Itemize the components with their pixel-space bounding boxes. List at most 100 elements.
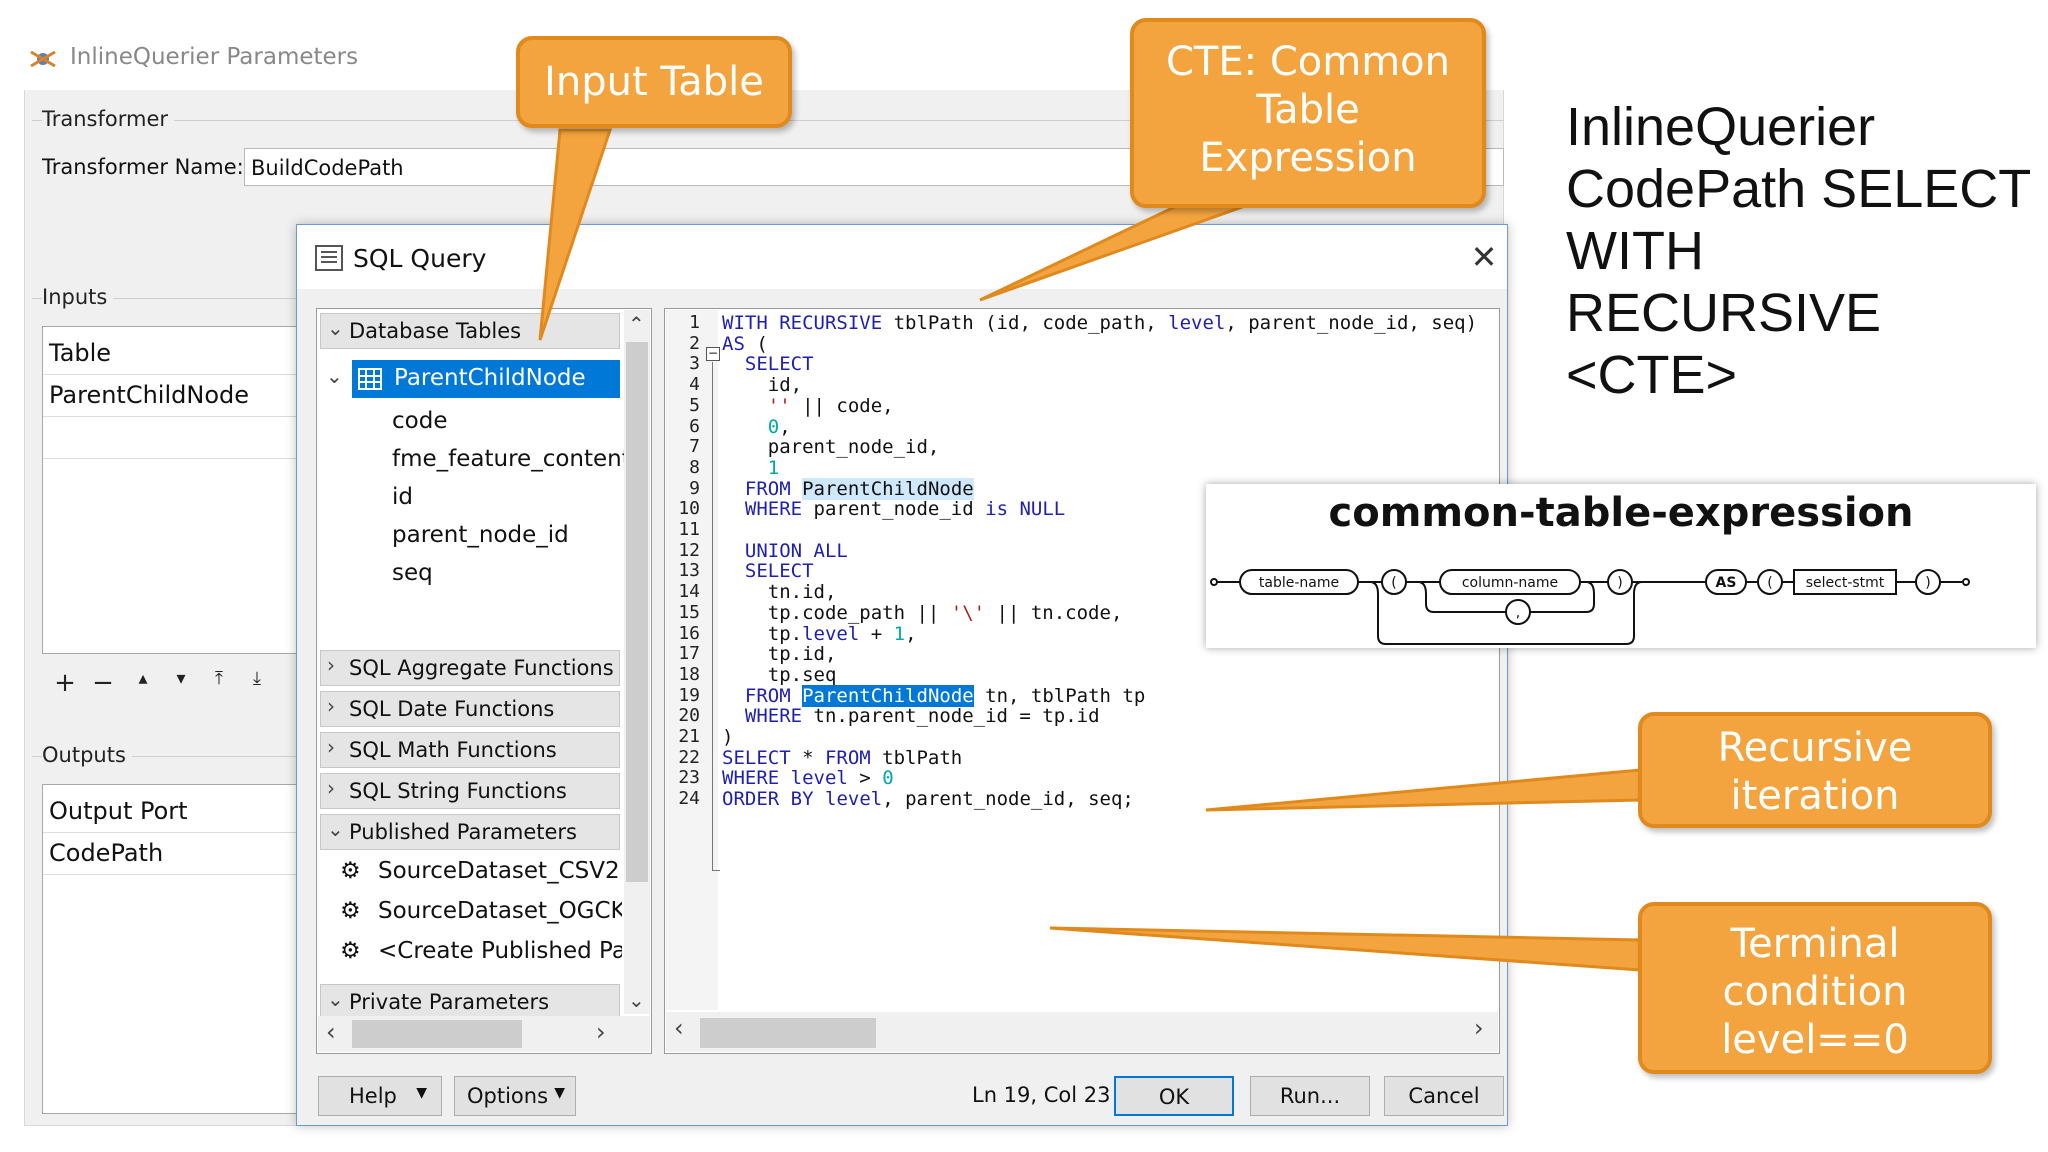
tree-item-parameter[interactable]: SourceDataset_OGCKI xyxy=(378,898,622,924)
ok-button[interactable]: OK xyxy=(1114,1076,1234,1116)
tree-header-math[interactable]: › SQL Math Functions xyxy=(320,732,620,768)
code-line[interactable]: AS ( xyxy=(722,333,768,355)
move-bottom-button[interactable]: ⤓ xyxy=(242,668,272,689)
collapse-icon[interactable]: − xyxy=(706,347,720,361)
code-line[interactable]: id, xyxy=(722,374,802,396)
options-button[interactable]: Options ▼ xyxy=(454,1076,576,1116)
list-item[interactable]: Output Port xyxy=(43,791,297,833)
move-top-button[interactable]: ⤒ xyxy=(204,668,234,689)
add-button[interactable]: + xyxy=(50,668,80,698)
list-item-empty xyxy=(43,417,297,459)
code-line[interactable]: parent_node_id, xyxy=(722,436,940,458)
line-number: 19 xyxy=(678,684,700,706)
code-line[interactable]: UNION ALL xyxy=(722,540,848,562)
scrollbar-thumb[interactable] xyxy=(352,1020,522,1048)
run-button[interactable]: Run... xyxy=(1250,1076,1370,1116)
code-line[interactable]: WHERE parent_node_id is NULL xyxy=(722,498,1065,520)
code-line[interactable]: 0, xyxy=(722,416,791,438)
line-number: 16 xyxy=(678,622,700,644)
tree-header-label: Database Tables xyxy=(349,319,522,343)
code-line[interactable]: WITH RECURSIVE tblPath (id, code_path, l… xyxy=(722,312,1477,334)
help-button[interactable]: Help ▼ xyxy=(318,1076,442,1116)
tree-item-column[interactable]: parent_node_id xyxy=(392,522,569,548)
chevron-down-icon[interactable]: ⌄ xyxy=(628,988,645,1012)
tree-item-column[interactable]: code xyxy=(392,408,447,434)
scrollbar-thumb[interactable] xyxy=(626,342,648,882)
code-line[interactable]: WHERE level > 0 xyxy=(722,767,894,789)
tree-header-label: SQL String Functions xyxy=(349,779,567,803)
line-number: 11 xyxy=(678,519,700,540)
list-item[interactable]: Table xyxy=(43,333,297,375)
code-line[interactable]: ORDER BY level, parent_node_id, seq; xyxy=(722,788,1134,810)
chevron-left-icon[interactable]: ‹ xyxy=(326,1018,336,1046)
railroad-node: ( xyxy=(1391,575,1396,591)
tree-header-date[interactable]: › SQL Date Functions xyxy=(320,691,620,727)
inputs-list[interactable]: Table ParentChildNode xyxy=(42,326,298,654)
line-number: 1 xyxy=(689,312,700,333)
line-number: 15 xyxy=(678,601,700,623)
railroad-node: AS xyxy=(1716,575,1737,591)
line-number: 18 xyxy=(678,663,700,685)
inputs-group-label: Inputs xyxy=(42,285,114,309)
code-line[interactable]: ) xyxy=(722,726,733,748)
move-down-button[interactable]: ▾ xyxy=(166,668,196,689)
code-line[interactable]: tn.id, xyxy=(722,581,837,603)
line-number: 3 xyxy=(689,353,700,375)
chevron-down-icon[interactable]: ⌄ xyxy=(326,364,343,388)
move-up-button[interactable]: ▴ xyxy=(128,668,158,689)
callout-terminal-condition: Terminal condition level==0 xyxy=(1638,902,1992,1074)
line-number: 13 xyxy=(678,560,700,582)
code-line[interactable]: tp.id, xyxy=(722,643,837,665)
tree-item-parentchildnode[interactable]: ParentChildNode xyxy=(352,360,620,398)
tree-item-create-parameter[interactable]: <Create Published Par xyxy=(378,938,622,964)
tree-header-published[interactable]: ⌄ Published Parameters xyxy=(320,814,620,850)
tree-header-aggregate[interactable]: › SQL Aggregate Functions xyxy=(320,650,620,686)
slide-headline: InlineQuerier CodePath SELECT WITH RECUR… xyxy=(1566,97,2032,405)
code-line[interactable]: FROM ParentChildNode tn, tblPath tp xyxy=(722,684,1145,707)
tree-header-label: SQL Aggregate Functions xyxy=(349,656,614,680)
tree-header-label: Private Parameters xyxy=(349,990,550,1014)
tree-item-column[interactable]: id xyxy=(392,484,413,510)
railroad-node: ( xyxy=(1767,575,1772,591)
remove-button[interactable]: − xyxy=(88,668,118,698)
chevron-right-icon: › xyxy=(327,735,335,759)
chevron-right-icon[interactable]: › xyxy=(596,1018,606,1046)
code-line[interactable]: WHERE tn.parent_node_id = tp.id xyxy=(722,705,1100,727)
code-line[interactable]: tp.code_path || '\' || tn.code, xyxy=(722,602,1123,624)
code-line[interactable]: 1 xyxy=(722,457,779,479)
chevron-right-icon[interactable]: › xyxy=(1474,1014,1484,1042)
tree-header-label: Published Parameters xyxy=(349,820,577,844)
close-icon[interactable]: ✕ xyxy=(1466,238,1502,276)
tree-item-parameter[interactable]: SourceDataset_CSV2 xyxy=(378,858,620,884)
code-line[interactable]: FROM ParentChildNode xyxy=(722,477,974,500)
tree-item-column[interactable]: seq xyxy=(392,560,433,586)
outputs-list[interactable]: Output Port CodePath xyxy=(42,784,298,1114)
code-line[interactable]: '' || code, xyxy=(722,395,894,417)
tree-header-database-tables[interactable]: ⌄ Database Tables xyxy=(320,313,620,349)
tree-header-string[interactable]: › SQL String Functions xyxy=(320,773,620,809)
callout-cte: CTE: Common Table Expression xyxy=(1130,18,1486,208)
code-line[interactable]: SELECT xyxy=(722,560,814,582)
fold-line xyxy=(712,362,713,870)
callout-input-table: Input Table xyxy=(516,36,792,128)
tree-item-column[interactable]: fme_feature_content xyxy=(392,446,631,472)
cancel-button[interactable]: Cancel xyxy=(1384,1076,1504,1116)
tree-header-private[interactable]: ⌄ Private Parameters xyxy=(320,984,620,1020)
chevron-left-icon[interactable]: ‹ xyxy=(674,1014,684,1042)
chevron-down-icon: ⌄ xyxy=(327,817,344,841)
table-icon xyxy=(358,368,382,390)
list-item[interactable]: ParentChildNode xyxy=(43,375,297,417)
line-number: 24 xyxy=(678,788,700,810)
line-number: 9 xyxy=(689,477,700,499)
chevron-up-icon[interactable]: ⌃ xyxy=(628,312,645,336)
transformer-group-label: Transformer xyxy=(42,107,175,131)
code-line[interactable]: SELECT xyxy=(722,353,814,375)
code-line[interactable]: tp.level + 1, xyxy=(722,623,917,645)
code-line[interactable]: SELECT * FROM tblPath xyxy=(722,747,962,769)
parameter-gear-icon: ⚙ xyxy=(340,858,361,884)
scrollbar-thumb[interactable] xyxy=(700,1018,876,1048)
code-line[interactable]: tp.seq xyxy=(722,664,837,686)
chevron-down-icon: ⌄ xyxy=(327,316,344,340)
line-number: 17 xyxy=(678,643,700,665)
list-item[interactable]: CodePath xyxy=(43,833,297,875)
